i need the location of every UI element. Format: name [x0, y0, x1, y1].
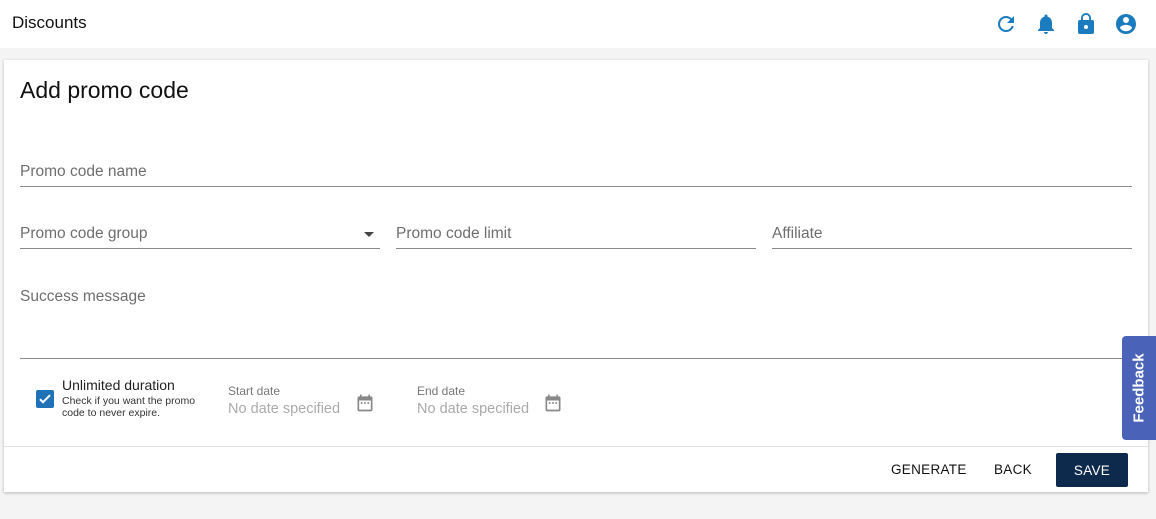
success-message-textarea[interactable]: Success message	[20, 280, 1132, 359]
lock-icon[interactable]	[1074, 12, 1098, 36]
promo-code-card: Add promo code Promo code name Promo cod…	[4, 60, 1148, 492]
start-date-calendar-icon[interactable]	[355, 393, 375, 413]
affiliate-label: Affiliate	[772, 225, 823, 242]
promo-code-name-label: Promo code name	[20, 163, 147, 180]
start-date-label: Start date	[228, 384, 281, 398]
actions-divider	[4, 446, 1148, 447]
checkmark-icon	[39, 394, 51, 404]
promo-code-limit-label: Promo code limit	[396, 225, 512, 242]
bell-icon[interactable]	[1034, 12, 1058, 36]
save-button[interactable]: SAVE	[1056, 453, 1128, 487]
end-date-label: End date	[417, 384, 466, 398]
promo-code-name-input[interactable]: Promo code name	[20, 156, 1132, 187]
unlimited-duration-help: Check if you want the promo code to neve…	[62, 395, 196, 419]
feedback-label: Feedback	[1130, 353, 1148, 423]
unlimited-duration-checkbox[interactable]	[36, 390, 54, 408]
generate-button[interactable]: GENERATE	[891, 462, 967, 477]
unlimited-duration-label: Unlimited duration	[62, 377, 175, 393]
page-title: Discounts	[12, 13, 87, 32]
start-date-value: No date specified	[228, 401, 341, 417]
refresh-icon[interactable]	[994, 12, 1018, 36]
promo-code-group-select[interactable]: Promo code group	[20, 218, 380, 249]
promo-code-group-label: Promo code group	[20, 225, 148, 242]
account-icon[interactable]	[1114, 12, 1138, 36]
feedback-tab[interactable]: Feedback	[1122, 336, 1156, 440]
dropdown-caret-icon	[364, 232, 374, 237]
end-date-field[interactable]: End date No date specified	[417, 384, 529, 417]
form-title: Add promo code	[20, 77, 189, 103]
success-message-label: Success message	[20, 288, 146, 305]
top-bar: Discounts	[0, 0, 1156, 48]
promo-code-limit-input[interactable]: Promo code limit	[396, 218, 756, 249]
back-button[interactable]: BACK	[994, 462, 1032, 477]
affiliate-input[interactable]: Affiliate	[772, 218, 1132, 249]
end-date-value: No date specified	[417, 401, 530, 417]
end-date-calendar-icon[interactable]	[543, 393, 563, 413]
start-date-field[interactable]: Start date No date specified	[228, 384, 340, 417]
header-icons	[994, 12, 1138, 36]
